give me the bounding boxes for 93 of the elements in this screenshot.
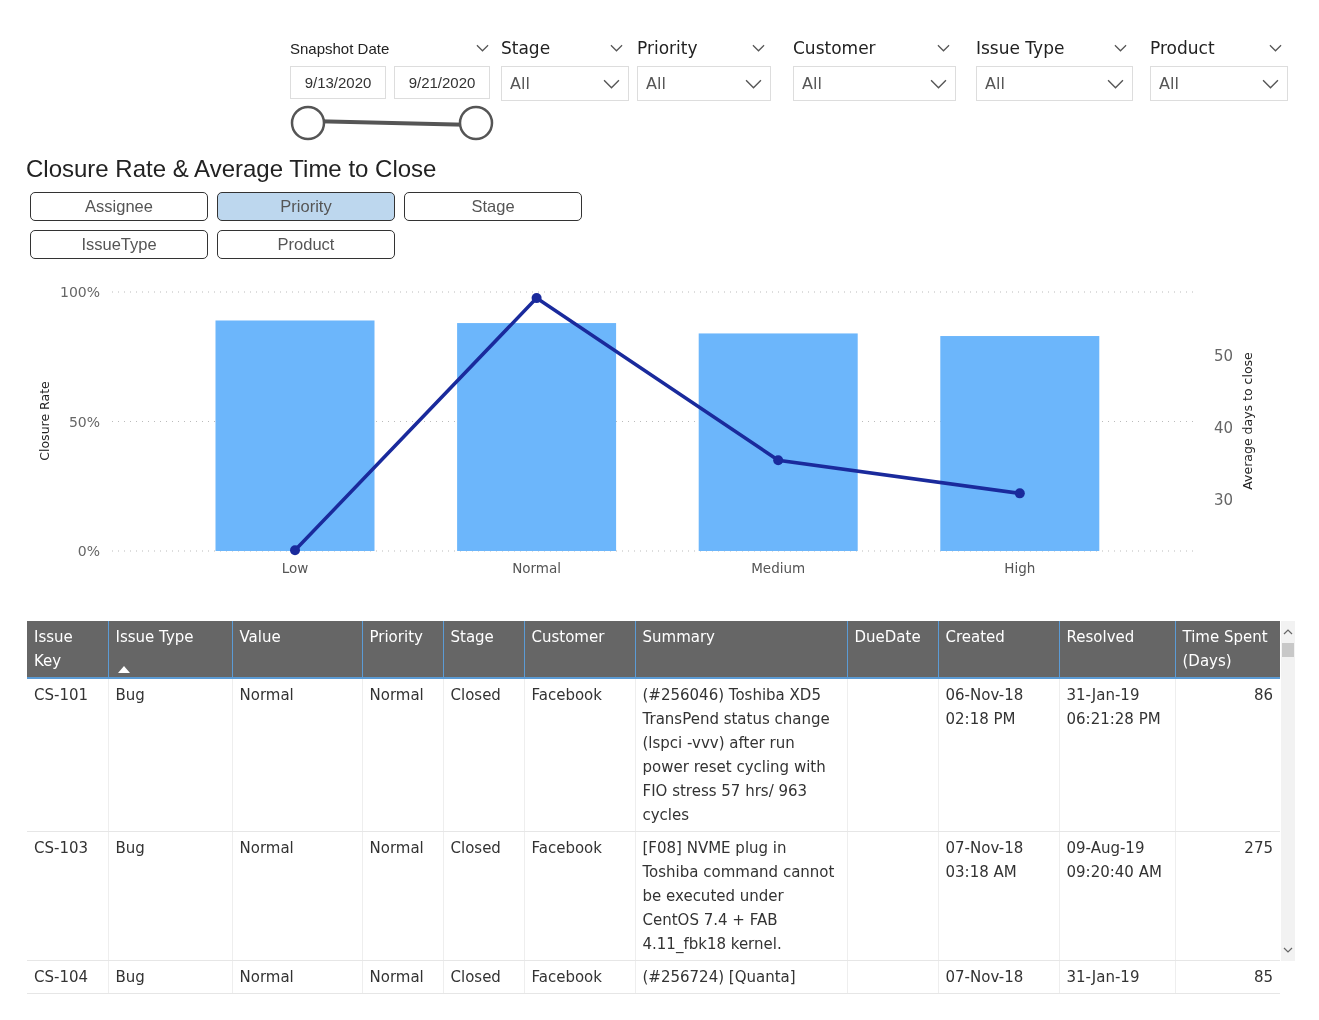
chevron-down-icon bbox=[930, 78, 947, 89]
chevron-down-icon[interactable] bbox=[752, 44, 765, 52]
table-cell: CS-104 bbox=[34, 968, 89, 986]
filter-label: Product bbox=[1150, 38, 1215, 58]
group-by-button[interactable]: Assignee bbox=[30, 192, 208, 221]
slider-handle[interactable] bbox=[458, 105, 494, 141]
y-axis-title: Closure Rate bbox=[37, 381, 52, 461]
x-axis-label: High bbox=[1004, 560, 1036, 576]
table-cell: Normal bbox=[239, 839, 294, 857]
chevron-down-icon bbox=[603, 78, 620, 89]
table-cell: 07-Nov-18 03:18 AM bbox=[945, 839, 1024, 881]
group-by-button[interactable]: IssueType bbox=[30, 230, 208, 259]
table-cell: Bug bbox=[115, 968, 145, 986]
column-header[interactable]: Value bbox=[232, 621, 362, 678]
y-axis-tick: 100% bbox=[59, 284, 100, 300]
group-by-button[interactable]: Stage bbox=[404, 192, 582, 221]
column-header[interactable]: Customer bbox=[524, 621, 635, 678]
table-cell: 86 bbox=[1253, 686, 1273, 704]
filter-label: Stage bbox=[501, 38, 551, 58]
y2-axis-tick: 50 bbox=[1214, 347, 1234, 366]
table-cell: Normal bbox=[369, 686, 424, 704]
chevron-up-icon[interactable] bbox=[1283, 629, 1293, 635]
table-cell: [F08] NVME plug in Toshiba command cannot be executed under CentOS 7.4 + FAB 4.11_fbk18 kernel. bbox=[642, 839, 835, 953]
filter-dropdown[interactable]: All bbox=[1150, 66, 1288, 101]
table-cell: Normal bbox=[369, 968, 424, 986]
table-cell: 09-Aug-19 09:20:40 AM bbox=[1066, 839, 1162, 881]
filter-dropdown[interactable]: All bbox=[501, 66, 629, 101]
line-point bbox=[531, 293, 542, 304]
table-cell: Closed bbox=[450, 686, 501, 704]
filter-label: Priority bbox=[637, 38, 698, 58]
column-header[interactable]: Resolved bbox=[1059, 621, 1175, 678]
x-axis-label: Low bbox=[281, 560, 309, 576]
y-axis-tick: 50% bbox=[68, 413, 100, 430]
y2-axis-tick: 30 bbox=[1214, 491, 1234, 510]
table-cell: Normal bbox=[239, 968, 294, 986]
filter-dropdown[interactable]: All bbox=[637, 66, 771, 101]
column-header[interactable]: Issue Key bbox=[27, 621, 108, 678]
end-date-field[interactable]: 9/21/2020 bbox=[394, 66, 490, 99]
table-cell: (#256724) [Quanta] bbox=[642, 968, 796, 986]
column-header[interactable]: Stage bbox=[443, 621, 524, 678]
table-cell: 06-Nov-18 02:18 PM bbox=[945, 686, 1024, 728]
chevron-down-icon[interactable] bbox=[1283, 947, 1293, 953]
line-point bbox=[290, 545, 300, 556]
y-axis-tick: 0% bbox=[77, 543, 100, 559]
table-cell: Normal bbox=[369, 839, 424, 857]
column-header[interactable]: Priority bbox=[362, 621, 443, 678]
column-header[interactable]: Time Spent (Days) bbox=[1175, 621, 1280, 678]
table-cell: (#256046) Toshiba XD5 TransPend status change (lspci -vvv) after run power reset cycling with FIO stress 57 hrs/ 963 cycles bbox=[642, 686, 830, 824]
table-cell: 85 bbox=[1253, 968, 1273, 986]
table-cell: Bug bbox=[115, 686, 145, 704]
start-date-field[interactable]: 9/13/2020 bbox=[290, 66, 386, 99]
chevron-down-icon bbox=[1107, 78, 1124, 89]
table-cell: Bug bbox=[115, 839, 145, 857]
column-header[interactable]: Created bbox=[938, 621, 1059, 678]
x-axis-label: Normal bbox=[512, 560, 562, 576]
table-cell: Closed bbox=[450, 968, 501, 986]
table-cell: Facebook bbox=[531, 968, 602, 986]
filter-dropdown[interactable]: All bbox=[976, 66, 1133, 101]
table-cell: Facebook bbox=[531, 686, 602, 704]
chevron-down-icon[interactable] bbox=[476, 44, 489, 52]
y2-axis-tick: 40 bbox=[1214, 419, 1234, 438]
filter-label: Issue Type bbox=[976, 38, 1065, 58]
section-title: Closure Rate & Average Time to Close bbox=[26, 155, 438, 183]
table-cell: CS-103 bbox=[34, 839, 89, 857]
slider-handle[interactable] bbox=[290, 105, 326, 141]
chevron-down-icon[interactable] bbox=[1114, 44, 1127, 52]
group-by-button[interactable]: Priority bbox=[217, 192, 395, 221]
y2-axis-title: Average days to close bbox=[1240, 352, 1255, 490]
group-by-button[interactable]: Product bbox=[217, 230, 395, 259]
filter-dropdown[interactable]: All bbox=[793, 66, 956, 101]
column-header[interactable]: Issue Type bbox=[108, 621, 232, 678]
table-cell: Normal bbox=[239, 686, 294, 704]
filter-label: Snapshot Date bbox=[290, 39, 390, 57]
filter-label: Customer bbox=[793, 38, 876, 58]
table-cell: Facebook bbox=[531, 839, 602, 857]
chevron-down-icon[interactable] bbox=[937, 44, 950, 52]
chevron-down-icon bbox=[1262, 78, 1279, 89]
x-axis-label: Medium bbox=[751, 560, 806, 576]
table-cell: Closed bbox=[450, 839, 501, 857]
table-cell: 275 bbox=[1244, 839, 1273, 857]
scrollbar-thumb[interactable] bbox=[1282, 643, 1294, 657]
chevron-down-icon[interactable] bbox=[1269, 44, 1282, 52]
table-cell: 31-Jan-19 06:21:28 PM bbox=[1066, 686, 1161, 728]
table-cell: 07-Nov-18 bbox=[945, 968, 1024, 986]
column-header[interactable]: Summary bbox=[635, 621, 847, 678]
column-header[interactable]: DueDate bbox=[847, 621, 938, 678]
line-point bbox=[1014, 488, 1025, 499]
table-cell: 31-Jan-19 bbox=[1066, 968, 1140, 986]
table-cell: CS-101 bbox=[34, 686, 89, 704]
scrollbar[interactable] bbox=[1281, 621, 1295, 961]
chevron-down-icon bbox=[745, 78, 762, 89]
line-point bbox=[773, 455, 784, 466]
chevron-down-icon[interactable] bbox=[610, 44, 623, 52]
